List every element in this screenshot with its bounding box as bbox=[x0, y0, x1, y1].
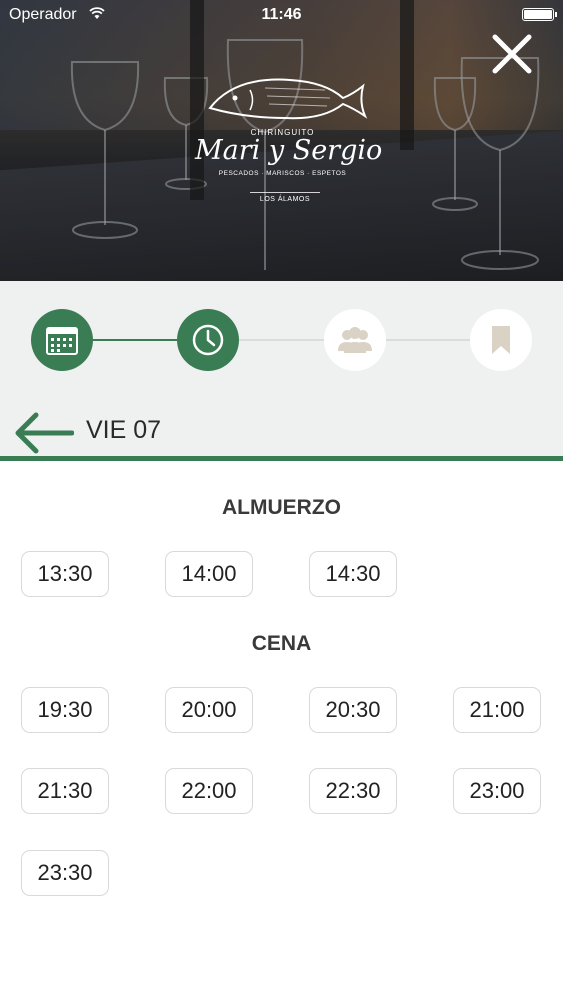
step-date[interactable] bbox=[31, 309, 93, 371]
header-divider bbox=[0, 456, 563, 461]
arrow-left-icon bbox=[15, 412, 75, 454]
time-slot-button[interactable]: 20:00 bbox=[165, 687, 253, 733]
time-slot-button[interactable]: 22:30 bbox=[309, 768, 397, 814]
clock-icon bbox=[192, 324, 224, 356]
time-slot-button[interactable]: 21:00 bbox=[453, 687, 541, 733]
time-slot-button[interactable]: 21:30 bbox=[21, 768, 109, 814]
step-connector-2 bbox=[239, 339, 324, 341]
step-connector-1 bbox=[93, 339, 177, 341]
bookmark-icon bbox=[492, 326, 510, 354]
step-confirm[interactable] bbox=[470, 309, 532, 371]
logo-tagline: PESCADOS · MARISCOS · ESPETOS bbox=[218, 170, 347, 177]
booking-steps-panel bbox=[0, 281, 563, 461]
lunch-section-title: ALMUERZO bbox=[222, 496, 341, 519]
time-slot-button[interactable]: 20:30 bbox=[309, 687, 397, 733]
close-button[interactable] bbox=[489, 31, 535, 77]
dinner-section-title: CENA bbox=[251, 632, 312, 655]
time-slot-button[interactable]: 14:30 bbox=[309, 551, 397, 597]
status-time: 11:46 bbox=[261, 6, 302, 23]
close-icon bbox=[492, 34, 532, 74]
time-slot-button[interactable]: 19:30 bbox=[21, 687, 109, 733]
step-guests[interactable] bbox=[324, 309, 386, 371]
fish-icon bbox=[208, 78, 368, 120]
calendar-icon bbox=[46, 327, 78, 355]
back-button[interactable] bbox=[12, 410, 75, 456]
restaurant-logo: CHIRINGUITO Mari y Sergio PESCADOS · MAR… bbox=[195, 68, 383, 218]
time-slot-button[interactable]: 13:30 bbox=[21, 551, 109, 597]
logo-location: LOS ÁLAMOS bbox=[250, 192, 320, 203]
time-slot-button[interactable]: 23:30 bbox=[21, 850, 109, 896]
people-icon bbox=[338, 327, 372, 353]
time-slot-button[interactable]: 22:00 bbox=[165, 768, 253, 814]
status-bar: Operador 11:46 bbox=[0, 0, 563, 30]
step-connector-3 bbox=[386, 339, 470, 341]
time-slot-button[interactable]: 23:00 bbox=[453, 768, 541, 814]
selected-date-label: VIE 07 bbox=[86, 416, 162, 444]
time-slot-button[interactable]: 14:00 bbox=[165, 551, 253, 597]
logo-name: Mari y Sergio bbox=[195, 135, 383, 166]
step-time[interactable] bbox=[177, 309, 239, 371]
battery-icon bbox=[522, 8, 557, 21]
